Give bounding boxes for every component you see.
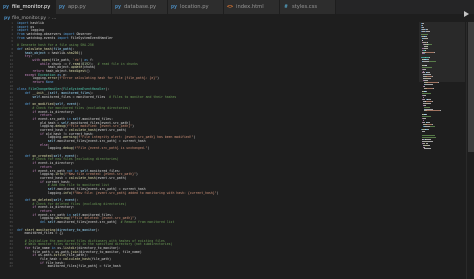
breadcrumb: py file_monitor.py ›... [0,14,474,22]
code-token: None [45,80,54,84]
python-file-icon: py [170,4,178,10]
code-token: hexdigest [68,68,87,73]
python-file-icon: py [2,4,10,10]
code-token: calculate_hash [68,175,96,180]
code-token: monitored_files = {} [17,231,64,236]
code-token: (event.src_path) [95,127,127,132]
code-area[interactable]: 1 import hashlib 2 import os 3 import logging… [0,21,418,269]
code-token: ) [193,135,196,140]
code-token: .monitored_files[event.src_path] [55,220,121,225]
code-token: ): [105,87,110,92]
code-token: ) [132,124,135,129]
code-token: from [17,35,25,40]
python-file-icon: py [4,15,11,21]
css-file-icon: # [284,4,288,10]
tab-database-py[interactable]: py database.py [112,0,168,14]
code-token: # Files to monitor and their hashes [109,94,177,99]
line-number: 67 [9,264,13,269]
code-token: ) [157,76,160,81]
python-file-icon: py [58,4,66,10]
code-token: logging. [17,190,64,195]
python-file-icon: py [114,4,122,10]
tab-bar: pyfile_monitor.py×pyapp.pypydatabase.pyp… [0,0,474,17]
code-token: () [78,50,83,55]
tab-location-py[interactable]: py location.py [168,0,224,14]
code-token: return [32,80,44,84]
code-token: (file_path) [89,257,112,261]
vertical-scrollbar[interactable] [466,22,474,279]
code-token: f"New file: {event.src_path} added to mo… [72,190,217,195]
code-token: sha256 [66,50,79,55]
tab-label: styles.css [292,4,318,10]
code-token: ) [216,190,219,195]
code-token: import [57,35,69,40]
tab-label: location.py [180,4,209,10]
tab-file_monitor-py[interactable]: pyfile_monitor.py× [0,0,61,14]
chevron-right-icon: › [48,15,50,21]
minimap[interactable] [419,22,465,279]
code-token: logging. [17,146,64,151]
code-token: watchdog.events [24,35,58,40]
tab-app-py[interactable]: py app.py [56,0,112,14]
code-token: ) [136,172,138,177]
code-token: monitored_files[file_path] = file_hash [17,264,121,269]
code-token: f"Error calculating hash for file {file_… [59,76,158,81]
code-token: .monitored_files[event.src_path] = curre… [55,139,146,143]
code-token: f"File {event.src_path} is unchanged." [74,146,148,151]
code-token: debug [63,146,73,151]
code-token: = hashlib. [45,50,67,55]
code-token: ) [147,146,150,151]
tab-index-html[interactable]: <> index.html [224,0,280,14]
html-file-icon: <> [226,4,234,10]
tab-label: file_monitor.py [12,4,51,10]
tab-label: database.py [124,4,157,10]
run-icon[interactable] [462,3,470,17]
code-token: # Remove from monitored list [120,220,175,225]
tab-label: index.html [236,4,264,10]
tab-styles-css[interactable]: # styles.css [280,0,336,14]
code-editor-window: pyfile_monitor.py×pyapp.pypydatabase.pyp… [0,0,474,279]
code-token: # read file in chunks [97,61,138,66]
code-token: self [32,94,41,99]
code-token: calculate_hash [63,257,90,261]
code-token: () [86,68,90,73]
code-token: (event.src_path) [95,175,127,180]
scrollbar-thumb[interactable] [468,22,474,152]
tab-label: app.py [68,4,86,10]
editor-pane[interactable]: 1 import hashlib 2 import os 3 import logging… [0,21,474,279]
code-token: FileSystemEventHandler [68,35,113,40]
breadcrumb-item[interactable]: file_monitor.py [12,16,46,21]
code-token: .monitored_files = monitored_files [40,94,110,99]
line-text: monitored_files[file_path] = file_hash [17,265,121,269]
code-line[interactable]: 67 monitored_files[file_path] = file_has… [0,265,418,269]
code-token: directory_to_monitor [57,227,96,232]
breadcrumb-item[interactable]: ... [52,16,56,21]
code-token: info [63,190,71,195]
code-token: ): [95,227,100,232]
